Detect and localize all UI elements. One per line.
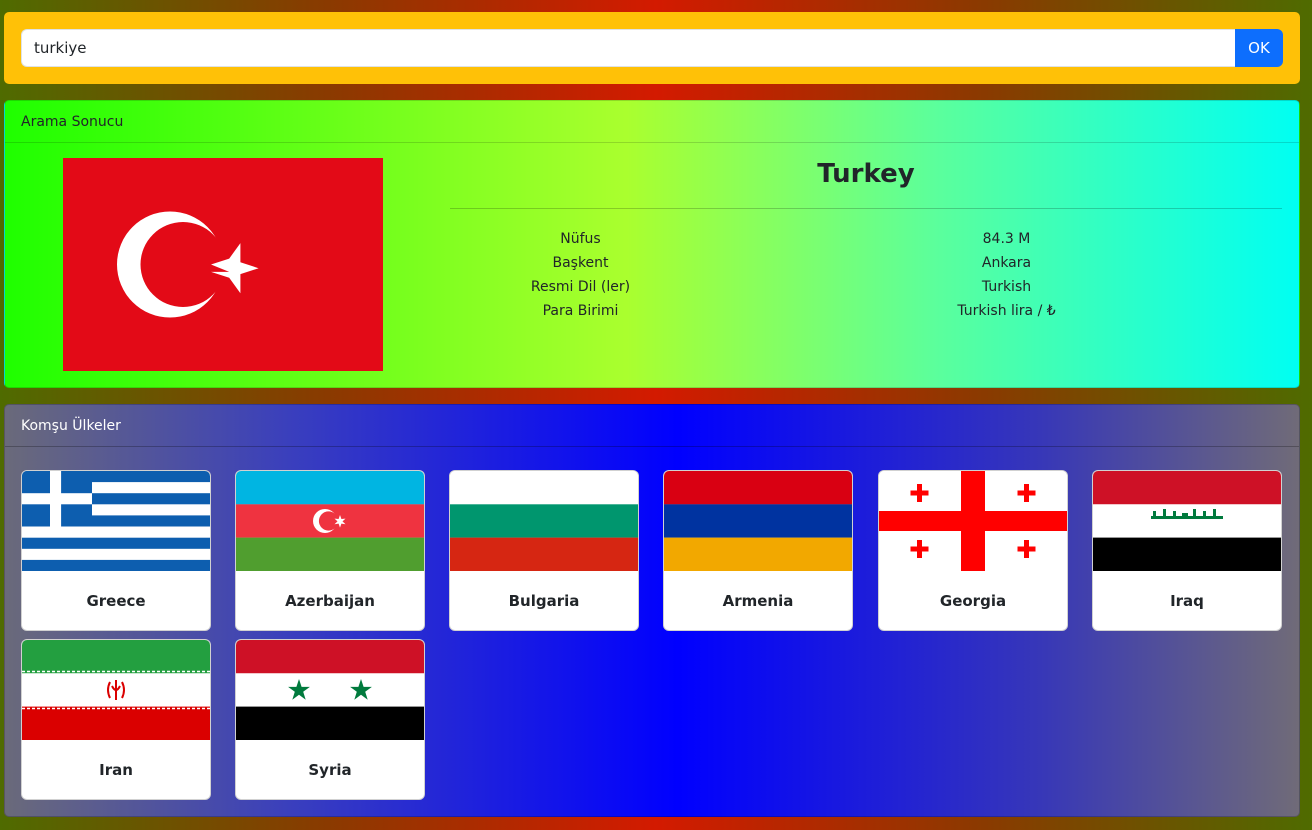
neighbor-card-armenia[interactable]: Armenia bbox=[663, 470, 853, 631]
neighbor-card-iran[interactable]: Iran bbox=[21, 639, 211, 800]
azerbaijan-flag-icon bbox=[236, 471, 424, 571]
search-input[interactable] bbox=[21, 29, 1236, 67]
ok-button[interactable]: OK bbox=[1235, 29, 1283, 67]
info-row-population: Nüfus 84.3 M bbox=[370, 227, 1222, 251]
neighbor-name: Syria bbox=[308, 760, 352, 779]
neighbor-name: Bulgaria bbox=[508, 591, 580, 610]
greece-flag-icon bbox=[22, 471, 210, 571]
result-divider bbox=[450, 208, 1282, 209]
result-header: Arama Sonucu bbox=[5, 101, 1299, 143]
bulgaria-flag-icon bbox=[450, 471, 638, 571]
info-value: Turkish bbox=[981, 279, 1032, 295]
search-panel: OK bbox=[4, 12, 1300, 84]
neighbor-card-georgia[interactable]: Georgia bbox=[878, 470, 1068, 631]
neighbors-header: Komşu Ülkeler bbox=[5, 405, 1299, 447]
neighbor-name: Armenia bbox=[722, 591, 794, 610]
country-info-table: Nüfus 84.3 M Başkent Ankara Resmi Dil (l… bbox=[370, 227, 1222, 323]
info-row-capital: Başkent Ankara bbox=[370, 251, 1222, 275]
georgia-flag-icon bbox=[879, 471, 1067, 571]
iran-flag-icon bbox=[22, 640, 210, 740]
turkey-flag-icon bbox=[63, 158, 383, 371]
info-value: 84.3 M bbox=[982, 231, 1031, 247]
neighbor-countries-card: Komşu Ülkeler Greece Azerbaijan Bulgaria… bbox=[4, 404, 1300, 817]
neighbor-card-bulgaria[interactable]: Bulgaria bbox=[449, 470, 639, 631]
neighbor-name: Iran bbox=[99, 760, 133, 779]
neighbor-name: Georgia bbox=[939, 591, 1007, 610]
armenia-flag-icon bbox=[664, 471, 852, 571]
neighbor-name: Azerbaijan bbox=[285, 591, 375, 610]
info-value: Ankara bbox=[981, 255, 1032, 271]
neighbor-card-syria[interactable]: Syria bbox=[235, 639, 425, 800]
info-row-currency: Para Birimi Turkish lira / ₺ bbox=[370, 299, 1222, 323]
info-row-languages: Resmi Dil (ler) Turkish bbox=[370, 275, 1222, 299]
info-label: Resmi Dil (ler) bbox=[530, 279, 631, 295]
neighbor-card-azerbaijan[interactable]: Azerbaijan bbox=[235, 470, 425, 631]
info-label: Başkent bbox=[552, 255, 609, 271]
info-label: Para Birimi bbox=[542, 303, 619, 319]
neighbor-card-greece[interactable]: Greece bbox=[21, 470, 211, 631]
neighbor-name: Greece bbox=[86, 591, 146, 610]
info-value: Turkish lira / ₺ bbox=[957, 303, 1056, 319]
info-label: Nüfus bbox=[560, 231, 601, 247]
syria-flag-icon bbox=[236, 640, 424, 740]
neighbor-name: Iraq bbox=[1170, 591, 1204, 610]
iraq-flag-icon bbox=[1093, 471, 1281, 571]
search-result-card: Arama Sonucu Turkey Nüfus 84.3 M Başkent… bbox=[4, 100, 1300, 388]
neighbor-card-iraq[interactable]: Iraq bbox=[1092, 470, 1282, 631]
country-name: Turkey bbox=[817, 159, 915, 189]
